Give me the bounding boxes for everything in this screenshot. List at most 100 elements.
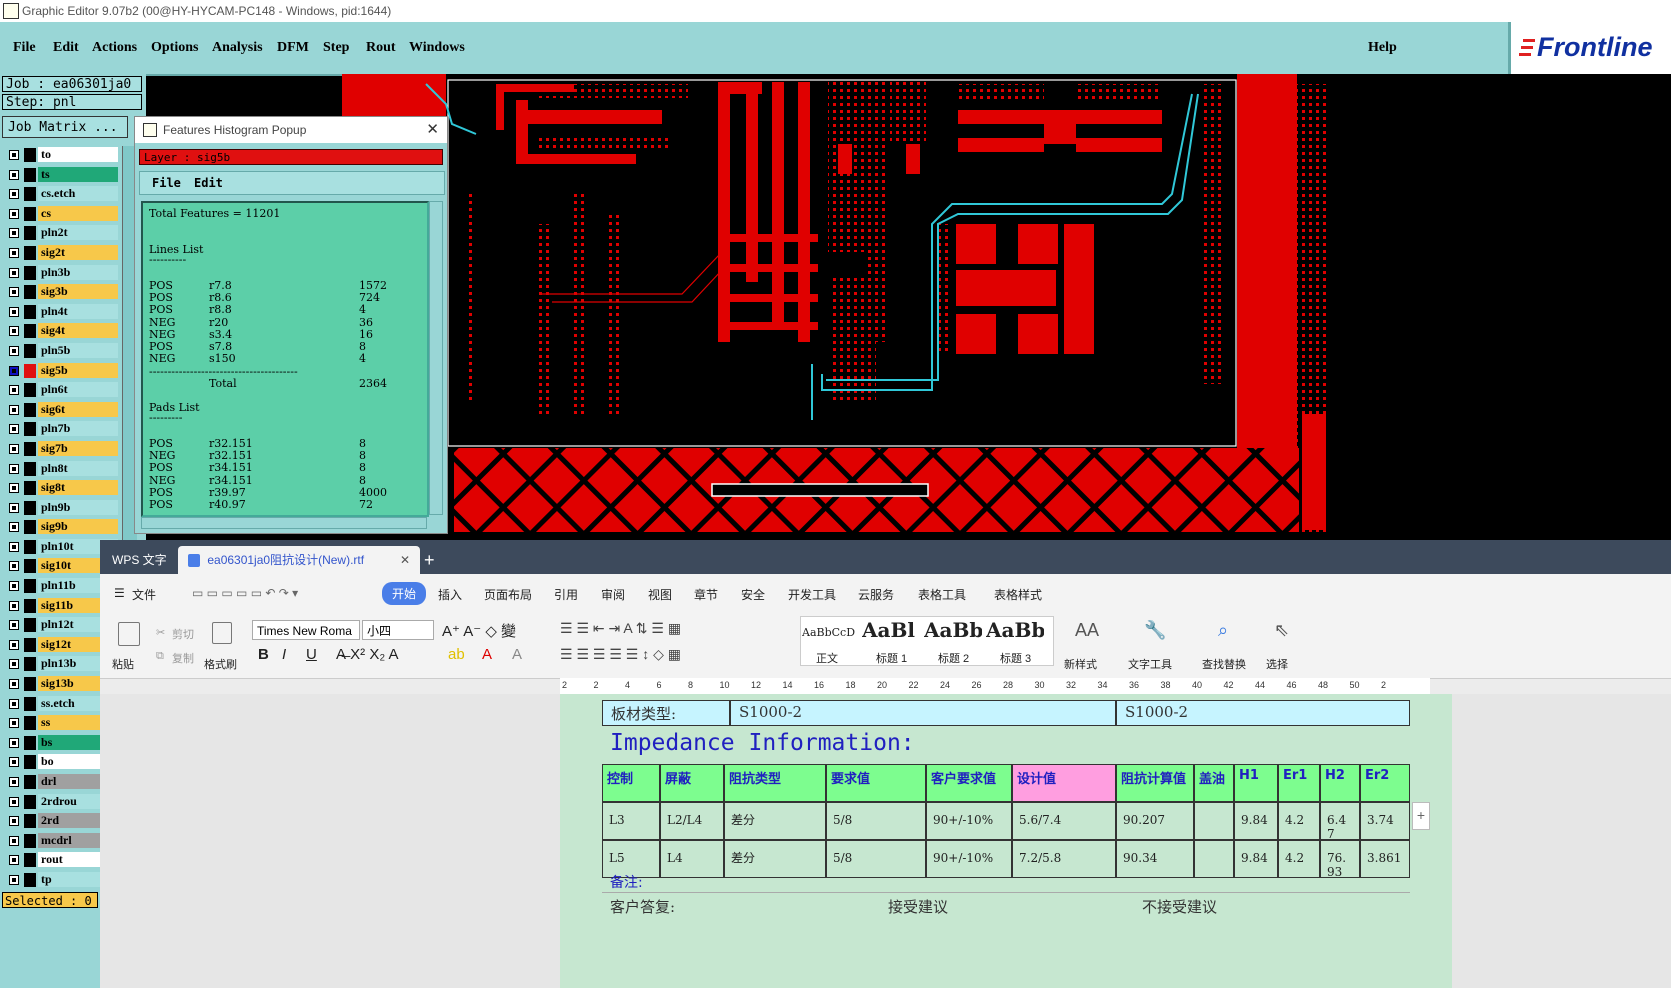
document-page[interactable]: 板材类型: S1000-2 S1000-2 Impedance Informat…: [560, 694, 1452, 988]
layer-checkbox[interactable]: [9, 404, 19, 415]
layer-checkbox[interactable]: [9, 365, 19, 376]
style-label[interactable]: 标题 3: [1000, 650, 1031, 666]
layer-name[interactable]: to: [38, 147, 118, 162]
layer-name[interactable]: pln5b: [38, 342, 118, 358]
menu-step[interactable]: Step: [323, 40, 349, 56]
layer-checkbox[interactable]: [9, 385, 19, 396]
layer-checkbox[interactable]: [9, 287, 19, 298]
align-icons[interactable]: ☰ ☰ ☰ ☰ ☰ ↕ ◇ ▦: [560, 646, 681, 663]
menu-tab-home[interactable]: 开始: [382, 582, 427, 605]
table-cell[interactable]: 9.84: [1234, 840, 1278, 878]
layer-name[interactable]: pln2t: [38, 225, 118, 241]
table-cell[interactable]: 5/8: [826, 840, 926, 878]
layer-name[interactable]: cs: [38, 205, 118, 221]
table-cell[interactable]: [1194, 802, 1234, 840]
layer-checkbox[interactable]: [9, 267, 19, 278]
table-cell[interactable]: 6.47: [1320, 802, 1360, 840]
tab-document[interactable]: ea06301ja0阻抗设计(New).rtf ✕: [178, 546, 420, 574]
layer-checkbox[interactable]: [9, 659, 19, 670]
style-preview[interactable]: AaBb(: [924, 618, 982, 642]
menu-tab-review[interactable]: 审阅: [601, 586, 625, 603]
menu-actions[interactable]: Actions: [92, 40, 137, 56]
table-cell[interactable]: 76.93: [1320, 840, 1360, 878]
cursor-icon[interactable]: ⇖: [1274, 620, 1289, 641]
style-label[interactable]: 标题 1: [876, 650, 907, 666]
table-cell[interactable]: 7.2/5.8: [1012, 840, 1116, 878]
layer-checkbox[interactable]: [9, 835, 19, 846]
layer-checkbox[interactable]: [9, 150, 19, 160]
layer-row[interactable]: sig6t: [4, 401, 118, 421]
layer-row[interactable]: sig4t: [4, 322, 118, 342]
table-cell[interactable]: 3.861: [1360, 840, 1410, 878]
cut-button[interactable]: 剪切: [172, 626, 194, 642]
menu-tab-table-style[interactable]: 表格样式: [994, 586, 1042, 603]
layer-name[interactable]: pln6t: [38, 382, 118, 398]
text-tools-button[interactable]: 文字工具: [1128, 656, 1172, 672]
table-cell[interactable]: 4.2: [1278, 840, 1320, 878]
layer-row[interactable]: cs: [4, 205, 118, 225]
copy-icon[interactable]: ⧉: [156, 650, 164, 663]
layer-name[interactable]: pln7b: [38, 421, 118, 437]
tab-wps-app[interactable]: WPS 文字: [104, 546, 182, 574]
layer-row[interactable]: sig7b: [4, 440, 118, 460]
table-cell[interactable]: 3.74: [1360, 802, 1410, 840]
layer-name[interactable]: pln4t: [38, 303, 118, 319]
histogram-text-area[interactable]: Total Features = 11201 Lines List ------…: [141, 201, 429, 517]
popup-menu-file[interactable]: File: [152, 172, 181, 194]
layer-name[interactable]: pln8t: [38, 460, 118, 476]
layer-name[interactable]: sig4t: [38, 323, 118, 339]
popup-menu-edit[interactable]: Edit: [194, 172, 223, 194]
tab-close-icon[interactable]: ✕: [400, 546, 410, 574]
menu-file-cn[interactable]: 文件: [132, 586, 156, 603]
layer-checkbox[interactable]: [9, 541, 19, 552]
new-style-button[interactable]: 新样式: [1064, 656, 1097, 672]
select-button[interactable]: 选择: [1266, 656, 1288, 672]
layer-checkbox[interactable]: [9, 855, 19, 866]
paste-icon[interactable]: [118, 622, 140, 646]
layer-checkbox[interactable]: [9, 600, 19, 611]
layer-checkbox[interactable]: [9, 247, 19, 258]
layer-row[interactable]: to: [4, 146, 118, 166]
table-cell[interactable]: 5.6/7.4: [1012, 802, 1116, 840]
layer-name[interactable]: pln9b: [38, 499, 118, 515]
layer-row[interactable]: pln8t: [4, 460, 118, 480]
list-icons[interactable]: ☰ ☰ ⇤ ⇥ A ⇅ ☰ ▦: [560, 620, 681, 637]
layer-name[interactable]: sig3b: [38, 284, 118, 300]
layer-name[interactable]: ts: [38, 166, 118, 182]
highlight-icon[interactable]: ab: [448, 646, 465, 663]
pcb-canvas[interactable]: [342, 74, 1671, 532]
layer-checkbox[interactable]: [9, 620, 19, 631]
layer-row[interactable]: sig3b: [4, 283, 118, 303]
table-cell[interactable]: 90.207: [1116, 802, 1194, 840]
table-cell[interactable]: 4.2: [1278, 802, 1320, 840]
menu-tab-chapter[interactable]: 章节: [694, 586, 718, 603]
style-preview[interactable]: AaBbCcD: [802, 626, 860, 639]
layer-checkbox[interactable]: [9, 306, 19, 317]
paste-button[interactable]: 粘贴: [112, 656, 134, 672]
layer-checkbox[interactable]: [9, 502, 19, 513]
hamburger-icon[interactable]: ☰: [114, 586, 125, 600]
layer-name[interactable]: cs.etch: [38, 186, 118, 202]
layer-checkbox[interactable]: [9, 189, 19, 200]
font-name-select[interactable]: Times New Roma: [252, 620, 360, 640]
close-icon[interactable]: ✕: [426, 117, 439, 143]
layer-checkbox[interactable]: [9, 483, 19, 494]
menu-tab-layout[interactable]: 页面布局: [484, 586, 532, 603]
layer-checkbox[interactable]: [9, 737, 19, 748]
layer-row[interactable]: pln9b: [4, 499, 118, 519]
layer-checkbox[interactable]: [9, 816, 19, 827]
layer-checkbox[interactable]: [9, 718, 19, 729]
strikethrough-icon[interactable]: A̶ X² X₂ A: [336, 646, 399, 663]
menu-tab-security[interactable]: 安全: [741, 586, 765, 603]
new-tab-button[interactable]: +: [424, 546, 435, 574]
layer-checkbox[interactable]: [9, 326, 19, 337]
layer-checkbox[interactable]: [9, 796, 19, 807]
quick-toolbar-icons[interactable]: ▭ ▭ ▭ ▭ ▭ ↶ ↷ ▾: [192, 586, 298, 600]
table-cell[interactable]: 9.84: [1234, 802, 1278, 840]
bold-icon[interactable]: B: [258, 646, 269, 663]
popup-horizontal-scrollbar[interactable]: [141, 517, 427, 529]
char-shading-icon[interactable]: A: [512, 646, 522, 663]
menu-windows[interactable]: Windows: [409, 40, 465, 56]
layer-checkbox[interactable]: [9, 698, 19, 709]
accept-suggestion[interactable]: 接受建议: [888, 896, 948, 917]
